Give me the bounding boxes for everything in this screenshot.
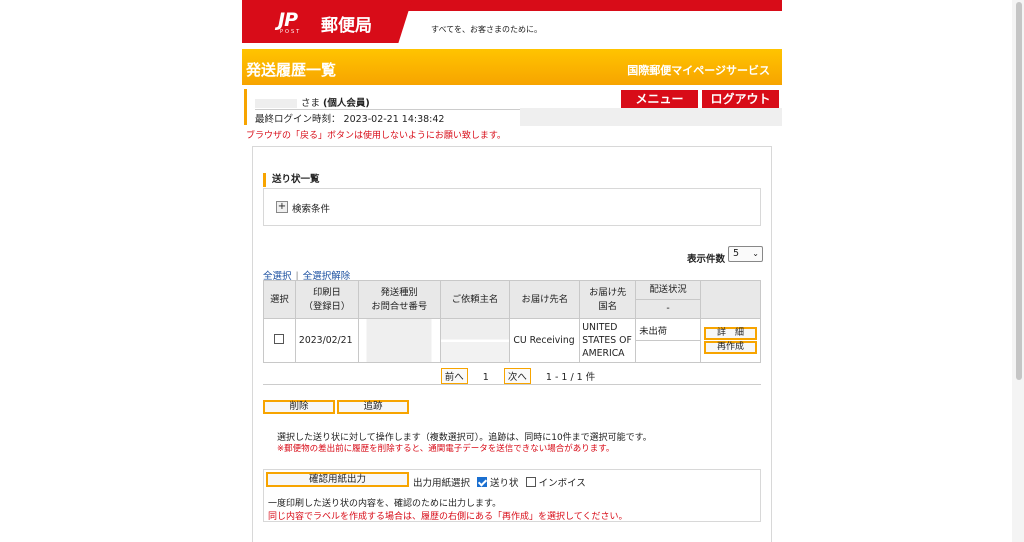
row-status-sub — [635, 340, 701, 363]
current-page: 1 — [482, 372, 489, 383]
divider — [255, 109, 525, 110]
page-scrollbar[interactable] — [1012, 0, 1024, 542]
paper-select-label: 出力用紙選択 — [413, 478, 471, 489]
row-checkbox[interactable] — [274, 334, 285, 344]
row-date: 2023/02/21 — [294, 318, 359, 363]
menu-button[interactable]: メニュー — [621, 90, 698, 108]
title-bar: 発送履歴一覧 国際郵便マイページサービス — [242, 49, 782, 85]
logo-mark: JP — [278, 9, 298, 31]
user-info: さま (個人会員) 最終ログイン時刻： 2023-02-21 14:38:42 — [244, 89, 525, 125]
recreate-button[interactable]: 再作成 — [703, 341, 757, 354]
table-row: 2023/02/21 CU Receiving UNITED STATES OF… — [263, 318, 762, 363]
waybill-panel: 送り状一覧 + 検索条件 表示件数 5 ⌄ 全選択 | 全選択解除 選択 印刷日 （登… — [252, 146, 772, 542]
waybill-table: 選択 印刷日 （登録日） 発送種別 お問合せ番号 ご依頼主名 お届け先名 お届け先国… — [263, 280, 762, 363]
logo-sub: POST — [280, 29, 302, 35]
tagline: すべてを、お客さまのために。 — [431, 25, 542, 34]
redacted-tracking-number — [357, 318, 441, 363]
recreate-note: 同じ内容でラベルを作成する場合は、履歴の右側にある「再作成」を選択してください。 — [268, 512, 628, 522]
user-name-line: さま (個人会員) — [255, 95, 370, 109]
expand-search-button[interactable]: + — [276, 201, 288, 213]
divider — [263, 384, 761, 385]
print-confirmation-button[interactable]: 確認用紙出力 — [266, 472, 409, 487]
track-button[interactable]: 追跡 — [337, 400, 409, 414]
col-status: 配送状況 — [635, 280, 701, 300]
japan-post-logo[interactable]: JP POST 郵便局 — [242, 0, 412, 43]
honorific: さま — [301, 98, 321, 109]
col-status-sub: - — [635, 299, 701, 319]
invoice-checkbox[interactable] — [525, 477, 536, 487]
invoice-option-label: インボイス — [538, 478, 586, 489]
print-box: 確認用紙出力 出力用紙選択 送り状 インボイス 一度印刷した送り状の内容を、確認… — [263, 469, 761, 522]
prev-page-button[interactable]: 前へ — [440, 368, 468, 384]
col-sender: ご依頼主名 — [439, 280, 511, 319]
row-select-cell — [263, 318, 296, 363]
row-actions: 詳 細 再作成 — [699, 318, 762, 363]
col-actions — [699, 280, 762, 319]
member-type: (個人会員) — [323, 98, 370, 109]
back-button-warning: ブラウザの「戻る」ボタンは使用しないようにお願い致します。 — [246, 131, 506, 141]
last-login-line: 最終ログイン時刻： 2023-02-21 14:38:42 — [255, 111, 444, 125]
chevron-down-icon: ⌄ — [752, 249, 759, 258]
waybill-option-label: 送り状 — [490, 478, 519, 489]
service-name: 国際郵便マイページサービス — [627, 64, 770, 77]
print-note: 一度印刷した送り状の内容を、確認のために出力します。 — [268, 499, 502, 509]
per-page-value: 5 — [733, 248, 740, 259]
col-select: 選択 — [263, 280, 296, 319]
scrollbar-thumb[interactable] — [1016, 2, 1022, 380]
per-page-label: 表示件数 — [686, 254, 725, 265]
table-header-row: 選択 印刷日 （登録日） 発送種別 お問合せ番号 ご依頼主名 お届け先名 お届け先国… — [263, 280, 762, 319]
redacted-sender-name — [439, 318, 511, 363]
paper-select: 出力用紙選択 送り状 インボイス — [413, 475, 586, 489]
logout-button[interactable]: ログアウト — [702, 90, 779, 108]
col-destination: お届け先 国名 — [579, 280, 637, 319]
page: JP POST 郵便局 すべてを、お客さまのために。 発送履歴一覧 国際郵便マイ… — [242, 0, 782, 542]
delete-warning: ※郵便物の差出前に履歴を削除すると、通関電子データを送信できない場合があります。 — [277, 444, 615, 454]
detail-button[interactable]: 詳 細 — [703, 327, 757, 340]
row-country: UNITED STATES OF AMERICA — [579, 318, 637, 363]
redacted-user-name — [255, 99, 297, 108]
pagination: 前へ 1 次へ 1 - 1 / 1 件 — [263, 368, 761, 384]
per-page-select[interactable]: 5 ⌄ — [728, 246, 763, 262]
col-recipient: お届け先名 — [509, 280, 581, 319]
last-login-label: 最終ログイン時刻： — [255, 114, 341, 125]
section-heading: 送り状一覧 — [263, 173, 320, 187]
delete-button[interactable]: 削除 — [263, 400, 335, 414]
search-conditions-label[interactable]: 検索条件 — [292, 201, 330, 215]
waybill-checkbox[interactable] — [477, 477, 488, 487]
page-title: 発送履歴一覧 — [246, 61, 337, 79]
row-recipient: CU Receiving — [509, 318, 581, 363]
last-login-time: 2023-02-21 14:38:42 — [343, 114, 445, 125]
next-page-button[interactable]: 次へ — [503, 368, 531, 384]
col-ship-type: 発送種別 お問合せ番号 — [357, 280, 441, 319]
logo-name: 郵便局 — [321, 16, 372, 36]
search-conditions-box: + 検索条件 — [263, 188, 761, 226]
page-range: 1 - 1 / 1 件 — [545, 372, 596, 383]
header-strip — [520, 108, 782, 126]
col-print-date: 印刷日 （登録日） — [294, 280, 359, 319]
row-status: 未出荷 — [635, 318, 701, 341]
